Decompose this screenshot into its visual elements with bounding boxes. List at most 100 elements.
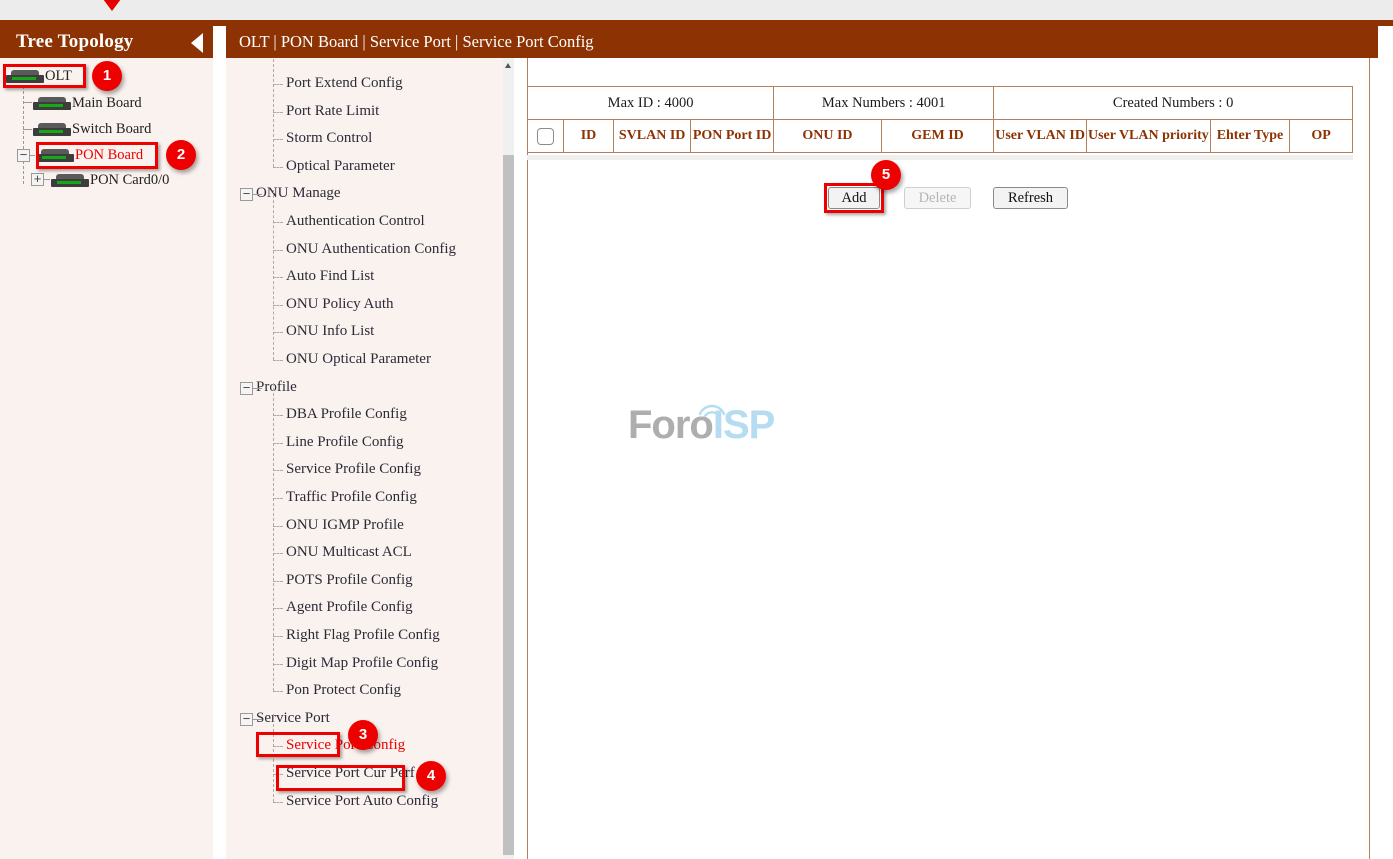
- annotation-box-1: [3, 64, 86, 88]
- menu-item-line-profile-config[interactable]: Line Profile Config: [286, 434, 403, 451]
- table-column-header-ehter-type[interactable]: Ehter Type: [1210, 120, 1289, 153]
- menu-item-traffic-profile-config[interactable]: Traffic Profile Config: [286, 489, 417, 506]
- menu-connector: [273, 526, 283, 527]
- table-column-header-user-vlan-id[interactable]: User VLAN ID: [994, 120, 1087, 153]
- menu-item-auto-find-list[interactable]: Auto Find List: [286, 268, 374, 285]
- menu-scroll-up-arrow-icon[interactable]: [503, 58, 514, 72]
- menu-item-authentication-control[interactable]: Authentication Control: [286, 213, 425, 230]
- menu-item-service-port[interactable]: Service Port: [256, 710, 330, 727]
- table-summary-row: Max ID : 4000Max Numbers : 4001Created N…: [528, 87, 1353, 120]
- menu-item-port-extend-config[interactable]: Port Extend Config: [286, 75, 403, 92]
- table-column-header-svlan-id[interactable]: SVLAN ID: [614, 120, 691, 153]
- menu-connector: [273, 691, 283, 692]
- menu-rail: [273, 383, 274, 691]
- menu-connector: [273, 581, 283, 582]
- annotation-box-5: [824, 183, 884, 213]
- menu-item-storm-control[interactable]: Storm Control: [286, 130, 372, 147]
- menu-scrollbar-thumb[interactable]: [503, 155, 514, 855]
- table-column-header-gem-id[interactable]: GEM ID: [881, 120, 994, 153]
- menu-item-profile[interactable]: Profile: [256, 379, 297, 396]
- tree-topology-title: Tree Topology: [16, 31, 134, 53]
- annotation-badge-1: 1: [92, 61, 122, 91]
- select-all-cell[interactable]: [528, 120, 564, 153]
- tree-expander-pon-card[interactable]: +: [31, 173, 44, 186]
- menu-item-onu-optical-parameter[interactable]: ONU Optical Parameter: [286, 351, 431, 368]
- top-strip: [0, 0, 1393, 20]
- table-column-header-pon-port-id[interactable]: PON Port ID: [691, 120, 774, 153]
- application-window: Tree Topology OLT Main Board Switch Boar…: [0, 0, 1393, 859]
- menu-rail: [273, 58, 274, 167]
- tree-connector: [30, 155, 35, 156]
- table-summary-cell: Created Numbers : 0: [994, 87, 1353, 120]
- content-left-border: [527, 58, 528, 859]
- menu-connector: [273, 608, 283, 609]
- menu-connector: [273, 277, 283, 278]
- annotation-box-3: [256, 732, 340, 757]
- menu-item-onu-policy-auth[interactable]: ONU Policy Auth: [286, 296, 394, 313]
- menu-expander-service-port[interactable]: −: [240, 713, 253, 726]
- menu-item-pon-protect-config[interactable]: Pon Protect Config: [286, 682, 401, 699]
- tree-expander-pon-board[interactable]: −: [17, 149, 30, 162]
- menu-connector: [273, 664, 283, 665]
- menu-connector: [273, 443, 283, 444]
- table-summary-cell: Max ID : 4000: [528, 87, 774, 120]
- menu-item-optical-parameter[interactable]: Optical Parameter: [286, 158, 395, 175]
- menu-item-digit-map-profile-config[interactable]: Digit Map Profile Config: [286, 655, 438, 672]
- annotation-box-2: [36, 142, 158, 169]
- menu-item-right-flag-profile-config[interactable]: Right Flag Profile Config: [286, 627, 440, 644]
- refresh-button[interactable]: Refresh: [993, 187, 1068, 209]
- content-area: [515, 58, 1393, 859]
- menu-connector: [273, 360, 283, 361]
- tree-node-label: Main Board: [72, 90, 142, 117]
- tree-node-main-board[interactable]: Main Board: [33, 90, 142, 117]
- menu-connector: [273, 112, 283, 113]
- device-icon: [33, 97, 71, 110]
- menu-connector: [273, 139, 283, 140]
- tree-node-switch-board[interactable]: Switch Board: [33, 116, 151, 143]
- menu-connector: [273, 250, 283, 251]
- device-icon: [51, 174, 89, 187]
- menu-item-onu-igmp-profile[interactable]: ONU IGMP Profile: [286, 517, 404, 534]
- tree-node-pon-card-0-0[interactable]: PON Card0/0: [51, 167, 169, 194]
- delete-button: Delete: [904, 187, 971, 209]
- device-icon: [33, 123, 71, 136]
- menu-connector: [253, 719, 262, 720]
- table-summary-cell: Max Numbers : 4001: [774, 87, 994, 120]
- menu-connector: [253, 194, 262, 195]
- menu-connector: [273, 222, 283, 223]
- tree-connector: [44, 179, 50, 180]
- menu-connector: [253, 388, 262, 389]
- menu-expander-profile[interactable]: −: [240, 382, 253, 395]
- breadcrumb: OLT | PON Board | Service Port | Service…: [239, 32, 594, 52]
- menu-item-onu-authentication-config[interactable]: ONU Authentication Config: [286, 241, 456, 258]
- collapse-panel-icon[interactable]: [191, 33, 203, 53]
- menu-item-pots-profile-config[interactable]: POTS Profile Config: [286, 572, 413, 589]
- select-all-checkbox[interactable]: [537, 128, 554, 145]
- menu-connector: [273, 415, 283, 416]
- menu-item-service-profile-config[interactable]: Service Profile Config: [286, 461, 421, 478]
- menu-connector: [273, 553, 283, 554]
- table-column-header-onu-id[interactable]: ONU ID: [774, 120, 882, 153]
- menu-item-service-port-auto-config[interactable]: Service Port Auto Config: [286, 793, 438, 810]
- menu-item-port-rate-limit[interactable]: Port Rate Limit: [286, 103, 379, 120]
- table-column-header-id[interactable]: ID: [563, 120, 614, 153]
- tree-connector: [23, 102, 32, 103]
- menu-expander-onu-manage[interactable]: −: [240, 188, 253, 201]
- table-column-header-op[interactable]: OP: [1290, 120, 1353, 153]
- tree-trunk-line: [23, 86, 24, 184]
- menu-item-agent-profile-config[interactable]: Agent Profile Config: [286, 599, 413, 616]
- service-port-table: Max ID : 4000Max Numbers : 4001Created N…: [527, 86, 1353, 153]
- menu-item-dba-profile-config[interactable]: DBA Profile Config: [286, 406, 407, 423]
- table-column-header-user-vlan-priority[interactable]: User VLAN priority: [1086, 120, 1210, 153]
- menu-connector: [273, 332, 283, 333]
- table-underline: [527, 155, 1353, 160]
- menu-item-onu-info-list[interactable]: ONU Info List: [286, 323, 374, 340]
- tree-node-label: Switch Board: [72, 116, 151, 143]
- menu-item-onu-multicast-acl[interactable]: ONU Multicast ACL: [286, 544, 412, 561]
- menu-connector: [273, 167, 283, 168]
- table-header-row: IDSVLAN IDPON Port IDONU IDGEM IDUser VL…: [528, 120, 1353, 153]
- menu-item-onu-manage[interactable]: ONU Manage: [256, 185, 341, 202]
- menu-connector: [273, 802, 283, 803]
- tree-node-label: PON Card0/0: [90, 167, 169, 194]
- red-down-arrow-annotation-icon: [97, 0, 127, 11]
